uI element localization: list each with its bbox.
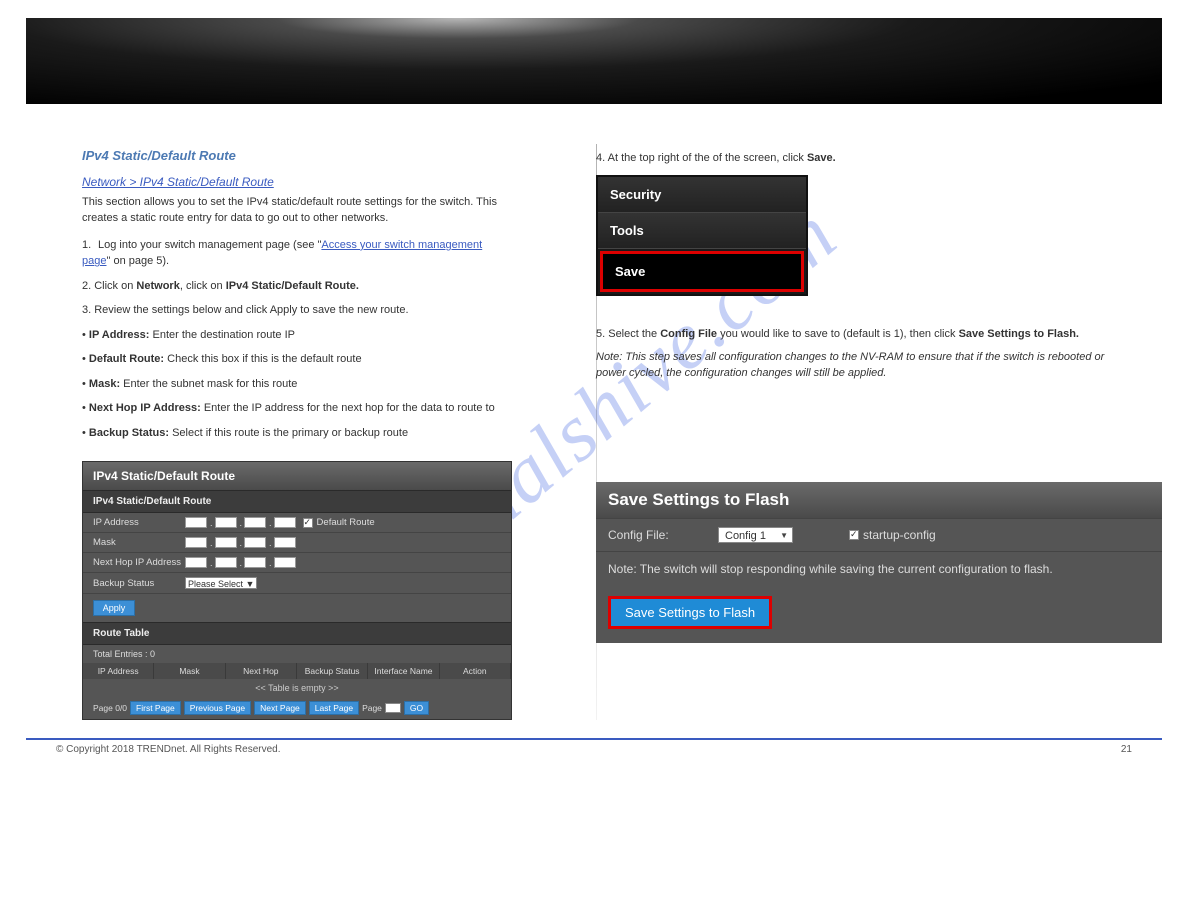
mask-octet-input[interactable] [244, 537, 266, 548]
header-banner [26, 18, 1162, 104]
default-route-checkbox[interactable] [303, 518, 313, 528]
ip-octet-input[interactable] [185, 517, 207, 528]
row-backup-status: Backup Status Please Select ▼ [83, 573, 511, 594]
nav-path: Network > IPv4 Static/Default Route [82, 175, 510, 189]
save-note-text: Note: The switch will stop responding wh… [596, 552, 1162, 586]
route-table-heading: Route Table [83, 622, 511, 645]
row-ip-address: IP Address . . . Default Route [83, 513, 511, 533]
pager-last-button[interactable]: Last Page [309, 701, 359, 715]
bullet-backup: • Backup Status: Select if this route is… [82, 425, 510, 442]
nav-item-security[interactable]: Security [598, 177, 806, 213]
startup-config-checkbox[interactable] [849, 530, 859, 540]
pager-page-input[interactable] [385, 703, 401, 713]
copyright: © Copyright 2018 TRENDnet. All Rights Re… [56, 744, 281, 755]
footer: © Copyright 2018 TRENDnet. All Rights Re… [56, 744, 1132, 755]
backup-status-select[interactable]: Please Select ▼ [185, 577, 257, 589]
right-column: 4. At the top right of the of the screen… [596, 144, 1162, 720]
nav-item-save[interactable]: Save [600, 251, 804, 292]
section-heading: IPv4 Static/Default Route [82, 148, 510, 163]
config-file-select[interactable]: Config 1 [718, 527, 793, 543]
bottom-rule [26, 738, 1162, 740]
step-1: 1.Log into your switch management page (… [82, 237, 510, 270]
table-empty-text: << Table is empty >> [83, 679, 511, 697]
bullet-mask: • Mask: Enter the subnet mask for this r… [82, 376, 510, 393]
step-5: 5. Select the Config File you would like… [596, 326, 1132, 343]
ipv4-panel-title: IPv4 Static/Default Route [83, 462, 511, 490]
row-nexthop: Next Hop IP Address . . . [83, 553, 511, 573]
save-panel-title: Save Settings to Flash [596, 482, 1162, 518]
ip-octet-input[interactable] [215, 517, 237, 528]
apply-button[interactable]: Apply [93, 600, 135, 616]
pager-prev-button[interactable]: Previous Page [184, 701, 251, 715]
total-entries: Total Entries : 0 [83, 645, 511, 663]
pager-first-button[interactable]: First Page [130, 701, 181, 715]
page-number: 21 [1121, 744, 1132, 755]
route-table-header: IP Address Mask Next Hop Backup Status I… [83, 663, 511, 679]
ipv4-route-panel: IPv4 Static/Default Route IPv4 Static/De… [82, 461, 512, 720]
save-settings-panel: Save Settings to Flash Config File: Conf… [596, 482, 1162, 643]
mask-octet-input[interactable] [185, 537, 207, 548]
step-2: 2. Click on Network, click on IPv4 Stati… [82, 278, 510, 295]
nav-item-tools[interactable]: Tools [598, 213, 806, 249]
bullet-nexthop: • Next Hop IP Address: Enter the IP addr… [82, 400, 510, 417]
pager-next-button[interactable]: Next Page [254, 701, 306, 715]
nexthop-octet-input[interactable] [215, 557, 237, 568]
step-3: 3. Review the settings below and click A… [82, 302, 510, 319]
left-column: IPv4 Static/Default Route Network > IPv4… [26, 144, 566, 720]
bullet-ip: • IP Address: Enter the destination rout… [82, 327, 510, 344]
mask-octet-input[interactable] [274, 537, 296, 548]
save-config-row: Config File: Config 1 startup-config [596, 518, 1162, 552]
row-mask: Mask . . . [83, 533, 511, 553]
ipv4-panel-subtitle: IPv4 Static/Default Route [83, 490, 511, 513]
nexthop-octet-input[interactable] [244, 557, 266, 568]
mask-octet-input[interactable] [215, 537, 237, 548]
ip-octet-input[interactable] [244, 517, 266, 528]
route-pager: Page 0/0 First Page Previous Page Next P… [83, 697, 511, 719]
nexthop-octet-input[interactable] [185, 557, 207, 568]
nexthop-octet-input[interactable] [274, 557, 296, 568]
bullet-default: • Default Route: Check this box if this … [82, 351, 510, 368]
ip-octet-input[interactable] [274, 517, 296, 528]
save-settings-button[interactable]: Save Settings to Flash [608, 596, 772, 629]
step-4: 4. At the top right of the of the screen… [596, 150, 1132, 167]
note-text: Note: This step saves all configuration … [596, 350, 1132, 382]
intro-text: This section allows you to set the IPv4 … [82, 195, 510, 227]
nav-menu-screenshot: Security Tools Save [596, 175, 808, 296]
pager-go-button[interactable]: GO [404, 701, 429, 715]
